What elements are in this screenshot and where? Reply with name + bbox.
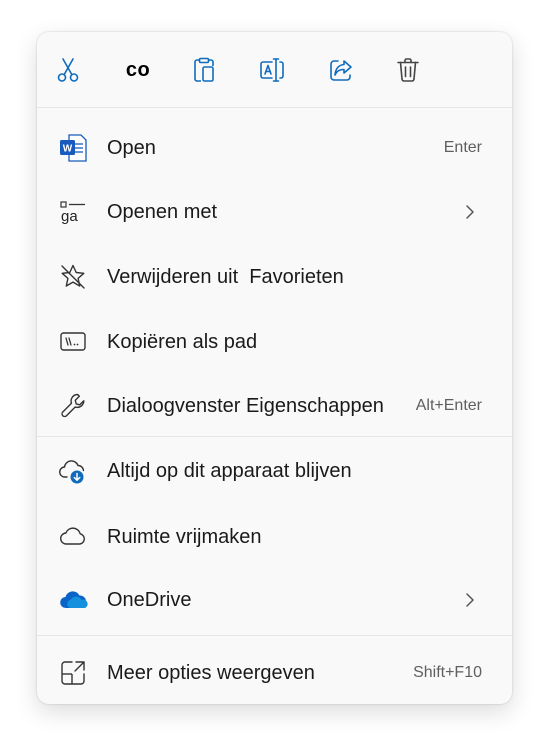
- menu-separator: [37, 436, 512, 437]
- shortcut-text: Shift+F10: [413, 664, 482, 681]
- menu-item-open-with[interactable]: ga Openen met: [43, 186, 506, 238]
- context-menu: co W Open Enter ga Openen met Verwijdere…: [37, 32, 512, 704]
- delete-button[interactable]: [388, 52, 428, 88]
- rename-button[interactable]: [252, 52, 292, 88]
- menu-item-onedrive[interactable]: OneDrive: [43, 574, 506, 626]
- menu-item-label: Openen met: [107, 201, 218, 223]
- onedrive-icon: [57, 584, 89, 616]
- menu-item-copy-as-path[interactable]: Kopiëren als pad: [43, 316, 506, 368]
- paste-button[interactable]: [184, 52, 224, 88]
- menu-item-label: Open: [107, 137, 156, 159]
- trash-icon: [397, 58, 419, 82]
- cloud-outline-icon: [57, 521, 89, 553]
- menu-item-show-more-options[interactable]: Meer opties weergeven Shift+F10: [43, 647, 506, 699]
- menu-item-open[interactable]: W Open Enter: [43, 122, 506, 174]
- open-with-icon: ga: [57, 196, 89, 228]
- shortcut-text: Enter: [443, 139, 482, 156]
- cut-button[interactable]: [48, 52, 88, 88]
- more-options-icon: [57, 657, 89, 689]
- copy-text: co: [125, 58, 151, 81]
- menu-item-label: Verwijderen uit Favorieten: [107, 266, 344, 288]
- menu-separator: [37, 635, 512, 636]
- menu-item-label: Meer opties weergeven: [107, 662, 315, 684]
- menu-item-properties[interactable]: Dialoogvenster Eigenschappen Alt+Enter: [43, 380, 506, 432]
- clipboard-icon: [194, 57, 214, 82]
- scissors-icon: [57, 58, 79, 82]
- unfavorite-star-icon: [57, 261, 89, 293]
- menu-item-label: OneDrive: [107, 589, 192, 611]
- open-with-icon-text: ga: [61, 208, 78, 225]
- menu-item-label: Dialoogvenster Eigenschappen: [107, 395, 384, 417]
- copy-button[interactable]: co: [118, 52, 158, 88]
- menu-item-label: Altijd op dit apparaat blijven: [107, 460, 352, 482]
- context-toolbar: co: [37, 32, 512, 107]
- shortcut-text: Alt+Enter: [415, 397, 482, 414]
- menu-item-label: Ruimte vrijmaken: [107, 526, 262, 548]
- chevron-right-icon: [466, 593, 474, 607]
- cloud-download-icon: [57, 455, 89, 487]
- share-button[interactable]: [321, 52, 361, 88]
- wrench-icon: [57, 390, 89, 422]
- svg-text:W: W: [63, 144, 73, 155]
- chevron-right-icon: [466, 205, 474, 219]
- menu-item-remove-favorites[interactable]: Verwijderen uit Favorieten: [43, 251, 506, 303]
- copy-path-icon: [57, 326, 89, 358]
- share-icon: [330, 60, 352, 81]
- menu-item-always-keep-on-device[interactable]: Altijd op dit apparaat blijven: [43, 445, 506, 497]
- rename-icon: [260, 58, 284, 82]
- menu-item-label: Kopiëren als pad: [107, 331, 258, 353]
- menu-item-free-up-space[interactable]: Ruimte vrijmaken: [43, 511, 506, 563]
- word-document-icon: W: [57, 132, 89, 164]
- toolbar-separator: [37, 107, 512, 108]
